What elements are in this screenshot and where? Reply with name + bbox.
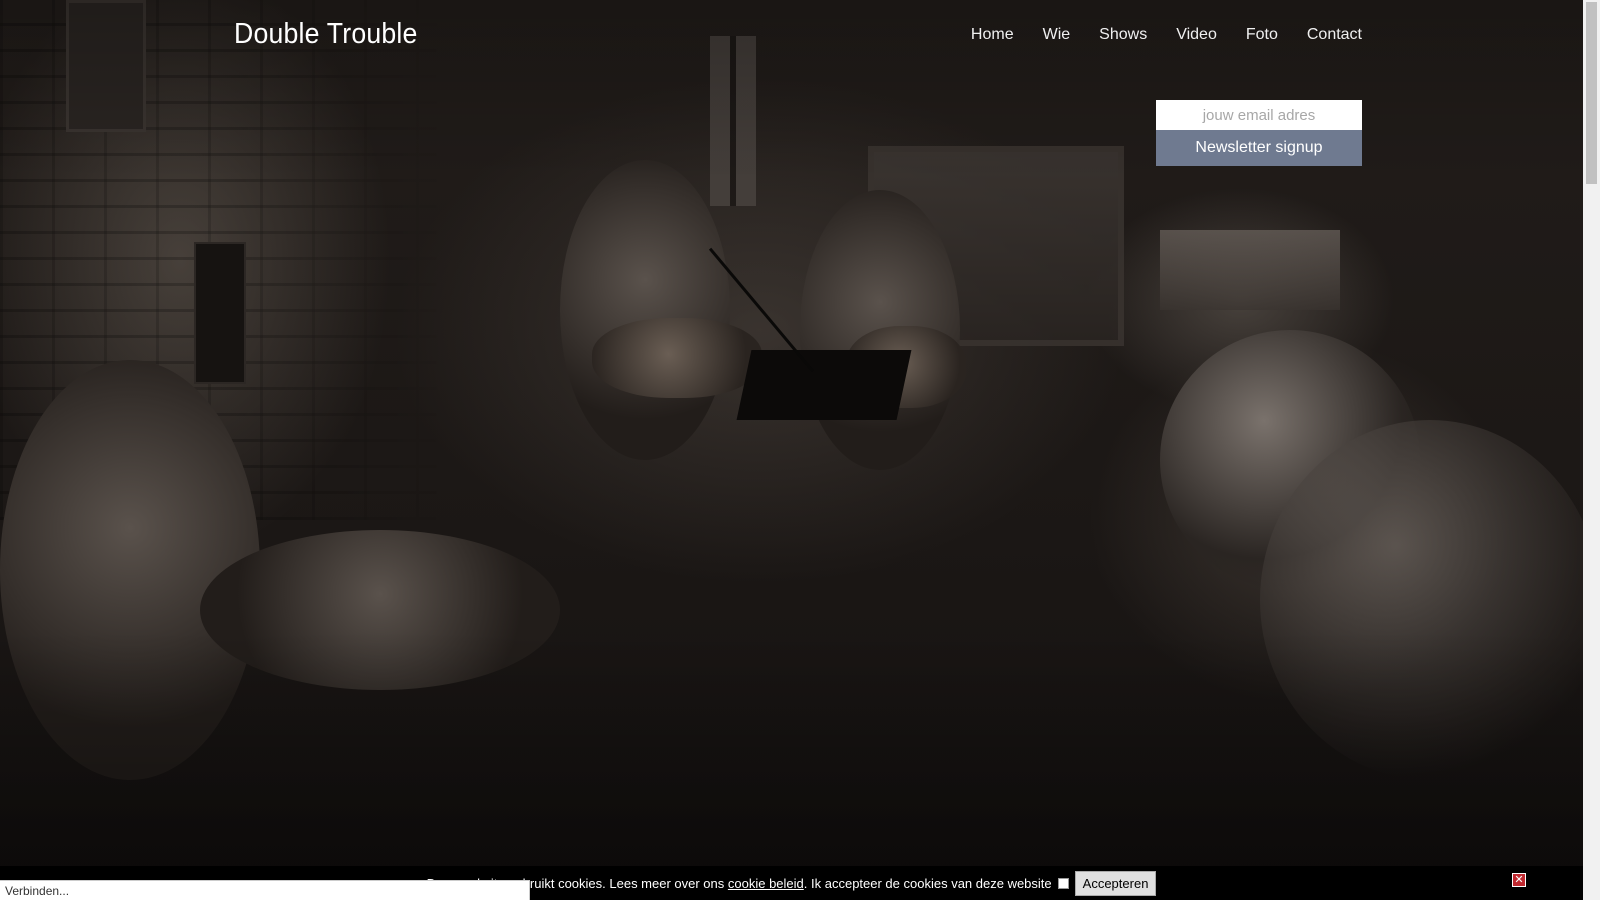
cookie-accept-button[interactable]: Accepteren (1074, 870, 1157, 896)
nav-shows[interactable]: Shows (1099, 26, 1147, 44)
nav-contact[interactable]: Contact (1307, 26, 1362, 44)
browser-status-bar: Verbinden... (0, 880, 530, 900)
nav-video[interactable]: Video (1176, 26, 1217, 44)
main-nav: Home Wie Shows Video Foto Contact (942, 26, 1362, 44)
cookie-policy-link[interactable]: cookie beleid (728, 876, 804, 891)
scrollbar-thumb[interactable] (1586, 2, 1597, 184)
cookie-accept-checkbox[interactable] (1057, 877, 1069, 889)
nav-home[interactable]: Home (971, 26, 1014, 44)
nav-wie[interactable]: Wie (1043, 26, 1071, 44)
newsletter-signup-button[interactable]: Newsletter signup (1156, 130, 1362, 166)
newsletter-form: Newsletter signup (1156, 100, 1362, 166)
nav-foto[interactable]: Foto (1246, 26, 1278, 44)
cookie-message-end: . Ik accepteer de cookies van deze websi… (803, 875, 1052, 891)
site-logo[interactable]: Double Trouble (234, 18, 418, 51)
newsletter-email-input[interactable] (1156, 100, 1362, 130)
page-scrollbar[interactable] (1583, 0, 1600, 900)
close-icon[interactable]: ✕ (1512, 873, 1526, 887)
